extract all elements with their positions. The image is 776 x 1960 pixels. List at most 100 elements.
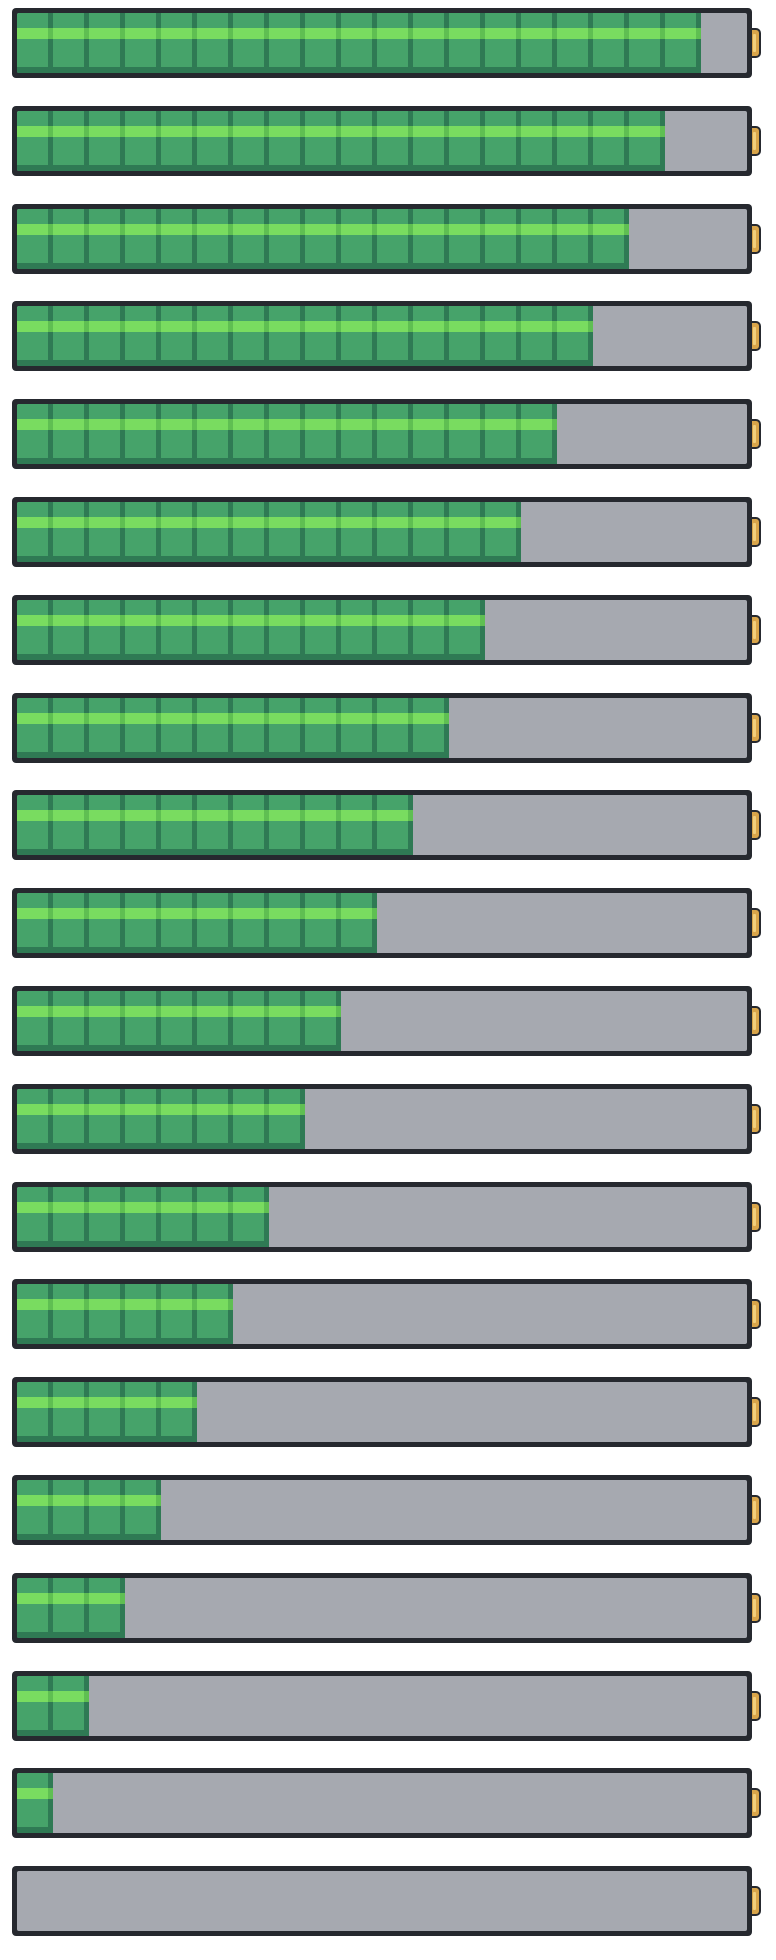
battery-icon [12,1084,752,1154]
charge-segment [377,404,413,464]
battery-bar [12,693,761,763]
battery-charge-well [17,209,747,269]
charge-segment [269,306,305,366]
charge-segment [17,795,53,855]
charge-segment [17,698,53,758]
charge-segment [341,893,377,953]
charge-segment [197,795,233,855]
charge-segment [17,209,53,269]
charge-segment [161,1187,197,1247]
charge-segment [125,1284,161,1344]
charge-segment [89,111,125,171]
charge-segment [269,209,305,269]
charge-segment [449,111,485,171]
battery-icon [12,106,752,176]
charge-segment [485,13,521,73]
charge-segment [125,209,161,269]
charge-shadow [17,947,377,953]
charge-segment [53,795,89,855]
charge-segment [521,306,557,366]
charge-segment [341,111,377,171]
charge-segment [53,698,89,758]
charge-segment [161,795,197,855]
charge-segment [197,306,233,366]
charge-segment [377,13,413,73]
charge-segment [53,1284,89,1344]
charge-segment [593,13,629,73]
charge-segment [89,1382,125,1442]
charge-segment [557,306,593,366]
charge-shadow [17,752,449,758]
charge-segment [53,1187,89,1247]
charge-segment [305,502,341,562]
battery-icon [12,1182,752,1252]
battery-icon [12,888,752,958]
charge-segment [341,600,377,660]
battery-charge-well [17,502,747,562]
battery-charge-well [17,698,747,758]
charge-segment [269,795,305,855]
battery-icon [12,301,752,371]
charge-segment [197,1284,233,1344]
battery-icon [12,497,752,567]
charge-segment [269,698,305,758]
charge-segment [161,1284,197,1344]
battery-bar [12,1279,761,1349]
charge-segment [53,1676,89,1736]
battery-terminal-icon [752,126,761,156]
battery-bar [12,1671,761,1741]
charge-segment [233,698,269,758]
charge-segment [197,991,233,1051]
charge-segment [341,209,377,269]
charge-segment [233,306,269,366]
battery-terminal-icon [752,908,761,938]
battery-terminal-icon [752,1593,761,1623]
charge-shadow [17,67,701,73]
charge-segment [629,111,665,171]
charge-segment [413,306,449,366]
charge-segment [89,698,125,758]
charge-segment [53,13,89,73]
charge-segment [197,404,233,464]
charge-shadow [17,1241,269,1247]
charge-segment [89,1089,125,1149]
battery-bar [12,399,761,469]
battery-icon [12,1573,752,1643]
charge-segment [341,795,377,855]
charge-segment [125,1480,161,1540]
charge-segment [17,1578,53,1638]
charge-segment [305,404,341,464]
charge-segment [449,209,485,269]
charge-segment [89,209,125,269]
battery-bar [12,301,761,371]
charge-shadow [17,165,665,171]
battery-terminal-icon [752,1397,761,1427]
charge-segment [449,306,485,366]
charge-segment [125,698,161,758]
charge-segment [89,1187,125,1247]
charge-segment [197,111,233,171]
charge-segment [341,306,377,366]
charge-segment [125,795,161,855]
battery-bar [12,1377,761,1447]
battery-terminal-icon [752,615,761,645]
battery-icon [12,790,752,860]
charge-segment [413,13,449,73]
battery-icon [12,693,752,763]
charge-segment [17,600,53,660]
charge-segment [53,1382,89,1442]
charge-segment [593,111,629,171]
charge-segment [233,13,269,73]
charge-segment [197,13,233,73]
battery-charge-well [17,1578,747,1638]
battery-icon [12,1377,752,1447]
charge-segment [17,1773,53,1833]
charge-segment [269,600,305,660]
charge-segment [485,111,521,171]
charge-segment [485,404,521,464]
charge-segment [89,404,125,464]
battery-level-bars [0,0,776,1960]
battery-bar [12,595,761,665]
charge-segment [449,404,485,464]
charge-segment [53,1480,89,1540]
